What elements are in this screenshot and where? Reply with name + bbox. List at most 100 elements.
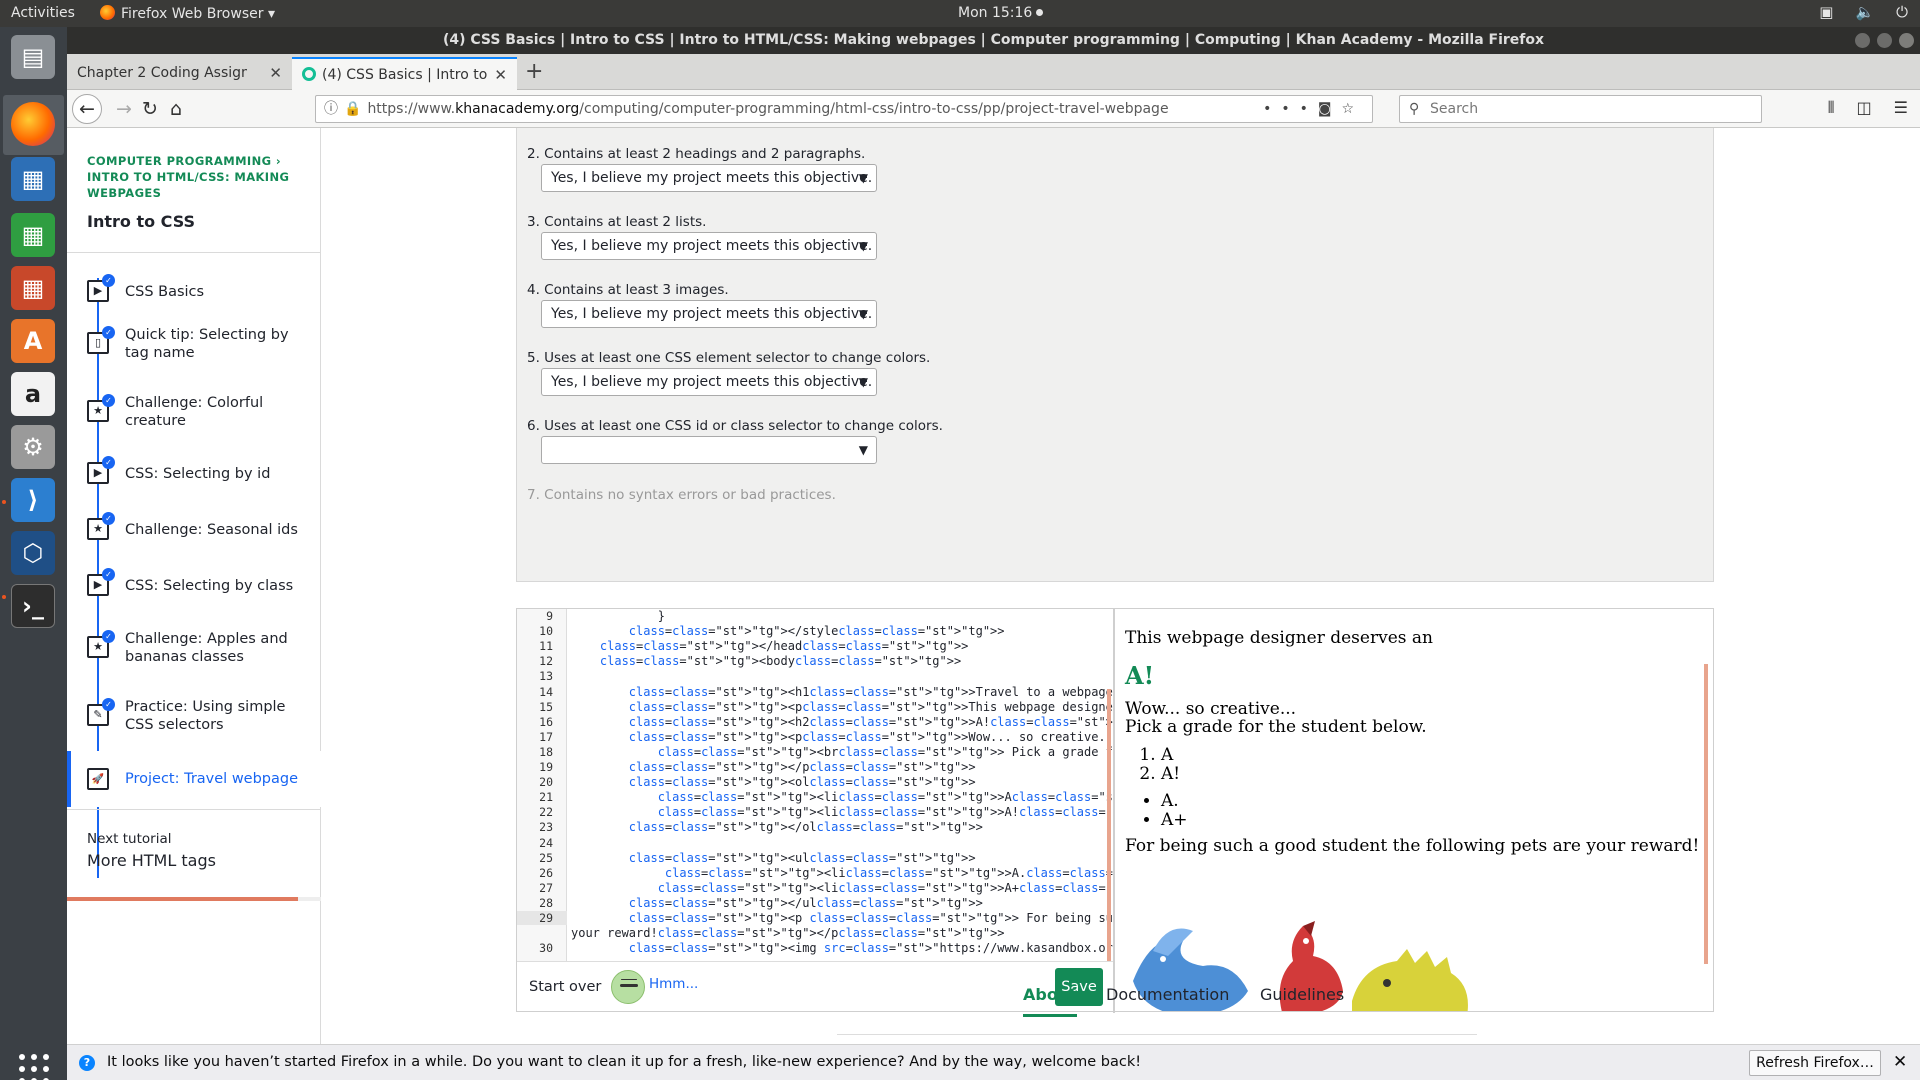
lesson-item[interactable]: ★ ✓ Challenge: Seasonal ids bbox=[67, 512, 321, 556]
virtualbox-icon[interactable]: ⬡ bbox=[11, 531, 55, 575]
tab-documentation[interactable]: Documentation bbox=[1106, 985, 1229, 1014]
code-line[interactable]: class=class="st">"tg"><h1class=class="st… bbox=[571, 685, 1113, 699]
code-line[interactable]: class=class="st">"tg"><liclass=class="st… bbox=[571, 805, 1113, 819]
settings-icon[interactable]: ⚙ bbox=[11, 425, 55, 469]
code-line[interactable]: class=class="st">"tg"><bodyclass=class="… bbox=[571, 654, 961, 668]
list-item: A bbox=[1161, 746, 1180, 765]
lesson-item[interactable]: ▶ ✓ CSS Basics bbox=[67, 274, 321, 320]
close-tab-icon[interactable]: ✕ bbox=[269, 57, 282, 89]
next-tutorial-link[interactable]: More HTML tags bbox=[87, 851, 216, 870]
writer-icon[interactable]: ▦ bbox=[11, 157, 55, 201]
tab-chapter-2[interactable]: Chapter 2 Coding Assignme ✕ bbox=[67, 57, 292, 90]
code-line[interactable]: class=class="st">"tg"><h2class=class="st… bbox=[571, 715, 1113, 729]
activities-button[interactable]: Activities bbox=[11, 5, 75, 21]
lesson-item[interactable]: ▶ ✓ CSS: Selecting by id bbox=[67, 456, 321, 500]
close-icon[interactable]: ✕ bbox=[1893, 1052, 1907, 1072]
objective-select[interactable]: Yes, I believe my project meets this obj… bbox=[541, 164, 877, 192]
close-window-button[interactable] bbox=[1899, 33, 1914, 48]
lesson-item[interactable]: ▶ ✓ CSS: Selecting by class bbox=[67, 568, 321, 612]
objective-select[interactable]: Yes, I believe my project meets this obj… bbox=[541, 368, 877, 396]
clipboard-icon[interactable]: ▣ bbox=[1819, 3, 1833, 21]
code-line[interactable]: } bbox=[571, 609, 665, 623]
page-actions-icon[interactable]: ••• bbox=[1263, 101, 1318, 117]
code-line[interactable]: class=class="st">"tg"><liclass=class="st… bbox=[571, 881, 1113, 895]
volume-icon[interactable]: 🔈 bbox=[1855, 3, 1874, 21]
clock[interactable]: Mon 15:16 bbox=[958, 5, 1044, 21]
terminal-icon[interactable]: ›_ bbox=[11, 584, 55, 628]
code-line[interactable]: class=class="st">"tg"><liclass=class="st… bbox=[571, 866, 1113, 880]
library-icon[interactable]: ⫴ bbox=[1828, 98, 1835, 118]
code-line[interactable]: class=class="st">"tg"></pclass=class="st… bbox=[571, 760, 976, 774]
pocket-icon[interactable]: ◙ bbox=[1318, 101, 1342, 117]
lesson-item[interactable]: ✎ ✓ Practice: Using simple CSS selectors bbox=[67, 698, 321, 748]
software-center-icon[interactable]: A bbox=[11, 319, 55, 363]
lesson-item[interactable]: ▯ ✓ Quick tip: Selecting by tag name bbox=[67, 326, 321, 376]
maximize-button[interactable] bbox=[1877, 33, 1892, 48]
new-tab-button[interactable]: + bbox=[525, 58, 543, 86]
code-editor[interactable]: 9 10 11 12 13 14 15 16 17 18 19 20 21 22 23 24 25 26 27 28 2… bbox=[517, 609, 1113, 961]
oh-noes-avatar-icon[interactable] bbox=[611, 970, 645, 1004]
code-line[interactable]: class=class="st">"tg"><liclass=class="st… bbox=[571, 790, 1113, 804]
objective-select[interactable]: Yes, I believe my project meets this obj… bbox=[541, 300, 877, 328]
code-line[interactable]: class=class="st">"tg"><brclass=class="st… bbox=[571, 745, 1113, 759]
code-line[interactable]: class=class="st">"tg"></headclass=class=… bbox=[571, 639, 969, 653]
reload-button[interactable]: ↻ bbox=[137, 96, 163, 122]
hamburger-menu-icon[interactable]: ☰ bbox=[1894, 98, 1908, 118]
code-line[interactable]: class=class="st">"tg"></styleclass=class… bbox=[571, 624, 1005, 638]
minimize-button[interactable] bbox=[1855, 33, 1870, 48]
calc-icon[interactable]: ▦ bbox=[11, 213, 55, 257]
code-line[interactable]: class=class="st">"tg"><olclass=class="st… bbox=[571, 775, 976, 789]
show-apps-icon[interactable] bbox=[19, 1054, 49, 1080]
preview-scrollbar[interactable] bbox=[1704, 664, 1708, 964]
bookmark-star-icon[interactable]: ☆ bbox=[1341, 101, 1364, 117]
code-line[interactable]: class=class="st">"tg"><p class=class=cla… bbox=[571, 911, 1113, 925]
home-button[interactable]: ⌂ bbox=[163, 96, 189, 122]
breadcrumb-computer-programming[interactable]: COMPUTER PROGRAMMING › bbox=[87, 154, 281, 168]
code-line[interactable]: your reward!class=class="st">"tg"></pcla… bbox=[571, 926, 1005, 940]
firefox-launcher-icon[interactable] bbox=[11, 102, 55, 146]
objective-select[interactable]: Yes, I believe my project meets this obj… bbox=[541, 232, 877, 260]
tab-css-basics[interactable]: (4) CSS Basics | Intro to C ✕ bbox=[292, 57, 517, 90]
lesson-label: Challenge: Colorful creature bbox=[125, 395, 264, 429]
system-tray[interactable]: ▣ 🔈 ⏻ bbox=[1819, 3, 1908, 21]
code-line[interactable]: class=class="st">"tg"><pclass=class="st"… bbox=[571, 700, 1113, 714]
lesson-item[interactable]: ★ ✓ Challenge: Apples and bananas classes bbox=[67, 630, 321, 680]
lesson-item[interactable]: ★ ✓ Challenge: Colorful creature bbox=[67, 394, 321, 444]
launcher: ▤ ▦ ▦ ▦ A a ⚙ ⟩ ⬡ ›_ bbox=[0, 27, 67, 1080]
code-line[interactable]: class=class="st">"tg"></olclass=class="s… bbox=[571, 820, 983, 834]
chevron-down-icon: ▼ bbox=[858, 239, 868, 253]
video-icon: ▶ ✓ bbox=[87, 568, 115, 596]
chevron-down-icon: ▼ bbox=[858, 443, 868, 457]
objective-select-empty[interactable]: ▼ bbox=[541, 436, 877, 464]
select-value: Yes, I believe my project meets this obj… bbox=[551, 306, 873, 322]
vscode-icon[interactable]: ⟩ bbox=[11, 478, 55, 522]
tab-guidelines[interactable]: Guidelines bbox=[1260, 985, 1344, 1014]
code-line[interactable]: class=class="st">"tg"><img src=class="st… bbox=[571, 941, 1113, 955]
files-icon[interactable]: ▤ bbox=[11, 35, 55, 79]
impress-icon[interactable]: ▦ bbox=[11, 266, 55, 310]
code-line[interactable]: class=class="st">"tg"></ulclass=class="s… bbox=[571, 896, 983, 910]
tab-about[interactable]: About bbox=[1023, 985, 1077, 1017]
line-number: 30 bbox=[539, 941, 553, 956]
start-over-button[interactable]: Start over bbox=[529, 979, 601, 995]
amazon-icon[interactable]: a bbox=[11, 372, 55, 416]
info-icon[interactable]: ⓘ bbox=[324, 101, 338, 117]
hmm-error-link[interactable]: Hmm... bbox=[649, 976, 698, 992]
app-menu[interactable]: Firefox Web Browser ▾ bbox=[100, 5, 275, 22]
code-line[interactable]: class=class="st">"tg"><ulclass=class="st… bbox=[571, 851, 976, 865]
url-bar[interactable]: ⓘ 🔒 https://www.khanacademy.org/computing/… bbox=[315, 95, 1373, 123]
live-editor: 9 10 11 12 13 14 15 16 17 18 19 20 21 22 23 24 25 26 27 28 2… bbox=[516, 608, 1714, 1013]
code-line[interactable]: class=class="st">"tg"><pclass=class="st"… bbox=[571, 730, 1113, 744]
sidebar-toggle-icon[interactable]: ◫ bbox=[1857, 98, 1872, 118]
lesson-item-current[interactable]: 🚀 Project: Travel webpage bbox=[67, 751, 321, 807]
tutorial-progress-bar bbox=[67, 897, 321, 901]
close-tab-icon[interactable]: ✕ bbox=[494, 59, 507, 90]
editor-scrollbar[interactable] bbox=[1107, 689, 1111, 961]
forward-button[interactable]: → bbox=[111, 96, 137, 122]
power-icon[interactable]: ⏻ bbox=[1896, 3, 1908, 21]
breadcrumb-intro-html-css[interactable]: INTRO TO HTML/CSS: MAKING WEBPAGES bbox=[87, 169, 302, 201]
refresh-firefox-button[interactable]: Refresh Firefox… bbox=[1749, 1050, 1881, 1076]
back-button[interactable]: ← bbox=[72, 94, 102, 124]
project-tabs: About Documentation Guidelines bbox=[837, 985, 1477, 1035]
search-input[interactable]: ⚲ Search bbox=[1399, 95, 1762, 123]
